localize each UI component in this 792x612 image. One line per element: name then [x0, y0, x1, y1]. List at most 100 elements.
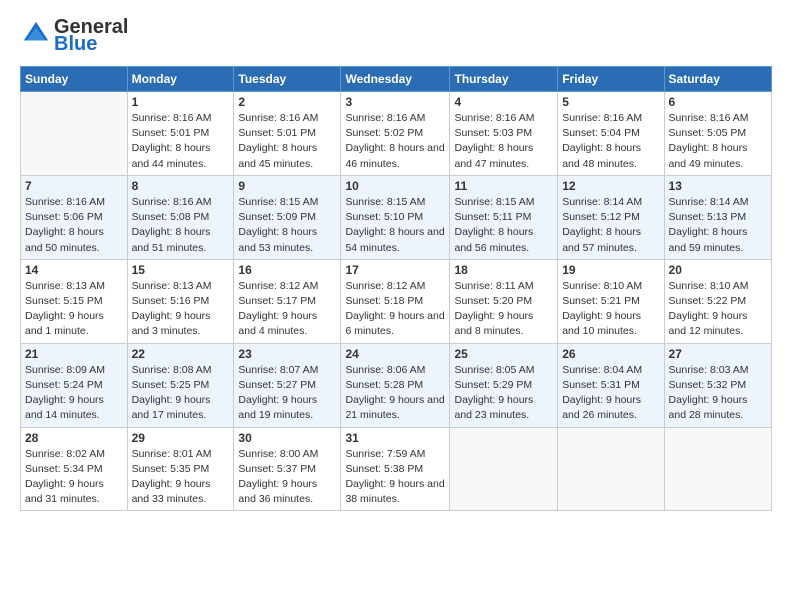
- calendar-week-row: 1 Sunrise: 8:16 AMSunset: 5:01 PMDaylight…: [21, 92, 772, 176]
- day-info: Sunrise: 8:03 AMSunset: 5:32 PMDaylight:…: [669, 363, 767, 424]
- calendar-cell: 3Sunrise: 8:16 AMSunset: 5:02 PMDaylight…: [341, 92, 450, 176]
- day-number: 22: [132, 347, 230, 361]
- calendar-cell: 31 Sunrise: 7:59 AMSunset: 5:38 PMDayligh…: [341, 427, 450, 511]
- calendar-cell: 29 Sunrise: 8:01 AMSunset: 5:35 PMDayligh…: [127, 427, 234, 511]
- day-number: 6: [669, 95, 767, 109]
- calendar-cell: [21, 92, 128, 176]
- day-info: Sunrise: 8:10 AMSunset: 5:22 PMDaylight:…: [669, 279, 767, 340]
- day-number: 5: [562, 95, 659, 109]
- day-number: 31: [345, 431, 445, 445]
- weekday-header: Friday: [558, 67, 664, 92]
- day-number: 9: [238, 179, 336, 193]
- calendar-cell: [450, 427, 558, 511]
- calendar-cell: 6 Sunrise: 8:16 AMSunset: 5:05 PMDaylight…: [664, 92, 771, 176]
- day-number: 23: [238, 347, 336, 361]
- day-number: 10: [345, 179, 445, 193]
- day-info: Sunrise: 8:10 AMSunset: 5:21 PMDaylight:…: [562, 279, 659, 340]
- calendar-cell: 5 Sunrise: 8:16 AMSunset: 5:04 PMDaylight…: [558, 92, 664, 176]
- day-info: Sunrise: 8:16 AMSunset: 5:04 PMDaylight:…: [562, 111, 659, 172]
- day-info: Sunrise: 8:14 AMSunset: 5:13 PMDaylight:…: [669, 195, 767, 256]
- day-info: Sunrise: 8:09 AMSunset: 5:24 PMDaylight:…: [25, 363, 123, 424]
- day-number: 13: [669, 179, 767, 193]
- day-info: Sunrise: 8:06 AMSunset: 5:28 PMDaylight:…: [345, 363, 445, 424]
- day-info: Sunrise: 8:05 AMSunset: 5:29 PMDaylight:…: [454, 363, 553, 424]
- calendar-cell: 13 Sunrise: 8:14 AMSunset: 5:13 PMDayligh…: [664, 175, 771, 259]
- logo: General Blue: [20, 16, 128, 56]
- day-number: 16: [238, 263, 336, 277]
- day-number: 7: [25, 179, 123, 193]
- day-info: Sunrise: 8:16 AMSunset: 5:01 PMDaylight:…: [238, 111, 336, 172]
- calendar-table: SundayMondayTuesdayWednesdayThursdayFrid…: [20, 66, 772, 511]
- day-number: 26: [562, 347, 659, 361]
- day-number: 12: [562, 179, 659, 193]
- calendar-cell: 17 Sunrise: 8:12 AMSunset: 5:18 PMDayligh…: [341, 259, 450, 343]
- day-info: Sunrise: 8:16 AMSunset: 5:03 PMDaylight:…: [454, 111, 553, 172]
- calendar-cell: 10Sunrise: 8:15 AMSunset: 5:10 PMDayligh…: [341, 175, 450, 259]
- page-header: General Blue: [20, 16, 772, 56]
- weekday-header: Saturday: [664, 67, 771, 92]
- day-info: Sunrise: 8:00 AMSunset: 5:37 PMDaylight:…: [238, 447, 336, 508]
- calendar-cell: 26 Sunrise: 8:04 AMSunset: 5:31 PMDayligh…: [558, 343, 664, 427]
- day-number: 28: [25, 431, 123, 445]
- calendar-cell: 8Sunrise: 8:16 AMSunset: 5:08 PMDaylight…: [127, 175, 234, 259]
- calendar-cell: [664, 427, 771, 511]
- day-info: Sunrise: 8:04 AMSunset: 5:31 PMDaylight:…: [562, 363, 659, 424]
- calendar-cell: 28 Sunrise: 8:02 AMSunset: 5:34 PMDayligh…: [21, 427, 128, 511]
- calendar-cell: 24 Sunrise: 8:06 AMSunset: 5:28 PMDayligh…: [341, 343, 450, 427]
- calendar-cell: 12Sunrise: 8:14 AMSunset: 5:12 PMDayligh…: [558, 175, 664, 259]
- day-number: 8: [132, 179, 230, 193]
- calendar-cell: 18Sunrise: 8:11 AMSunset: 5:20 PMDayligh…: [450, 259, 558, 343]
- weekday-header-row: SundayMondayTuesdayWednesdayThursdayFrid…: [21, 67, 772, 92]
- calendar-cell: 30 Sunrise: 8:00 AMSunset: 5:37 PMDayligh…: [234, 427, 341, 511]
- day-number: 17: [345, 263, 445, 277]
- calendar-cell: 7 Sunrise: 8:16 AMSunset: 5:06 PMDaylight…: [21, 175, 128, 259]
- day-info: Sunrise: 8:02 AMSunset: 5:34 PMDaylight:…: [25, 447, 123, 508]
- calendar-cell: 11Sunrise: 8:15 AMSunset: 5:11 PMDayligh…: [450, 175, 558, 259]
- day-number: 27: [669, 347, 767, 361]
- day-number: 18: [454, 263, 553, 277]
- calendar-cell: [558, 427, 664, 511]
- calendar-week-row: 7 Sunrise: 8:16 AMSunset: 5:06 PMDaylight…: [21, 175, 772, 259]
- day-info: Sunrise: 8:12 AMSunset: 5:18 PMDaylight:…: [345, 279, 445, 340]
- calendar-week-row: 14 Sunrise: 8:13 AMSunset: 5:15 PMDayligh…: [21, 259, 772, 343]
- day-number: 20: [669, 263, 767, 277]
- weekday-header: Thursday: [450, 67, 558, 92]
- day-info: Sunrise: 8:13 AMSunset: 5:16 PMDaylight:…: [132, 279, 230, 340]
- day-info: Sunrise: 8:16 AMSunset: 5:01 PMDaylight:…: [132, 111, 230, 172]
- calendar-cell: 9 Sunrise: 8:15 AMSunset: 5:09 PMDaylight…: [234, 175, 341, 259]
- weekday-header: Tuesday: [234, 67, 341, 92]
- day-number: 4: [454, 95, 553, 109]
- day-number: 30: [238, 431, 336, 445]
- day-number: 29: [132, 431, 230, 445]
- day-number: 3: [345, 95, 445, 109]
- calendar-cell: 4 Sunrise: 8:16 AMSunset: 5:03 PMDaylight…: [450, 92, 558, 176]
- day-info: Sunrise: 8:16 AMSunset: 5:05 PMDaylight:…: [669, 111, 767, 172]
- weekday-header: Wednesday: [341, 67, 450, 92]
- logo-icon: [22, 20, 50, 48]
- day-info: Sunrise: 8:01 AMSunset: 5:35 PMDaylight:…: [132, 447, 230, 508]
- calendar-cell: 21Sunrise: 8:09 AMSunset: 5:24 PMDayligh…: [21, 343, 128, 427]
- day-info: Sunrise: 8:13 AMSunset: 5:15 PMDaylight:…: [25, 279, 123, 340]
- calendar-cell: 16Sunrise: 8:12 AMSunset: 5:17 PMDayligh…: [234, 259, 341, 343]
- weekday-header: Monday: [127, 67, 234, 92]
- day-number: 24: [345, 347, 445, 361]
- calendar-cell: 19Sunrise: 8:10 AMSunset: 5:21 PMDayligh…: [558, 259, 664, 343]
- day-number: 11: [454, 179, 553, 193]
- calendar-cell: 14 Sunrise: 8:13 AMSunset: 5:15 PMDayligh…: [21, 259, 128, 343]
- day-info: Sunrise: 8:07 AMSunset: 5:27 PMDaylight:…: [238, 363, 336, 424]
- calendar-cell: 25 Sunrise: 8:05 AMSunset: 5:29 PMDayligh…: [450, 343, 558, 427]
- day-info: Sunrise: 8:16 AMSunset: 5:06 PMDaylight:…: [25, 195, 123, 256]
- day-info: Sunrise: 7:59 AMSunset: 5:38 PMDaylight:…: [345, 447, 445, 508]
- calendar-cell: 2Sunrise: 8:16 AMSunset: 5:01 PMDaylight…: [234, 92, 341, 176]
- day-number: 14: [25, 263, 123, 277]
- day-info: Sunrise: 8:15 AMSunset: 5:09 PMDaylight:…: [238, 195, 336, 256]
- day-number: 25: [454, 347, 553, 361]
- calendar-cell: 22 Sunrise: 8:08 AMSunset: 5:25 PMDayligh…: [127, 343, 234, 427]
- day-number: 1: [132, 95, 230, 109]
- calendar-cell: 1 Sunrise: 8:16 AMSunset: 5:01 PMDaylight…: [127, 92, 234, 176]
- day-info: Sunrise: 8:08 AMSunset: 5:25 PMDaylight:…: [132, 363, 230, 424]
- weekday-header: Sunday: [21, 67, 128, 92]
- day-number: 15: [132, 263, 230, 277]
- calendar-cell: 23 Sunrise: 8:07 AMSunset: 5:27 PMDayligh…: [234, 343, 341, 427]
- calendar-week-row: 28 Sunrise: 8:02 AMSunset: 5:34 PMDayligh…: [21, 427, 772, 511]
